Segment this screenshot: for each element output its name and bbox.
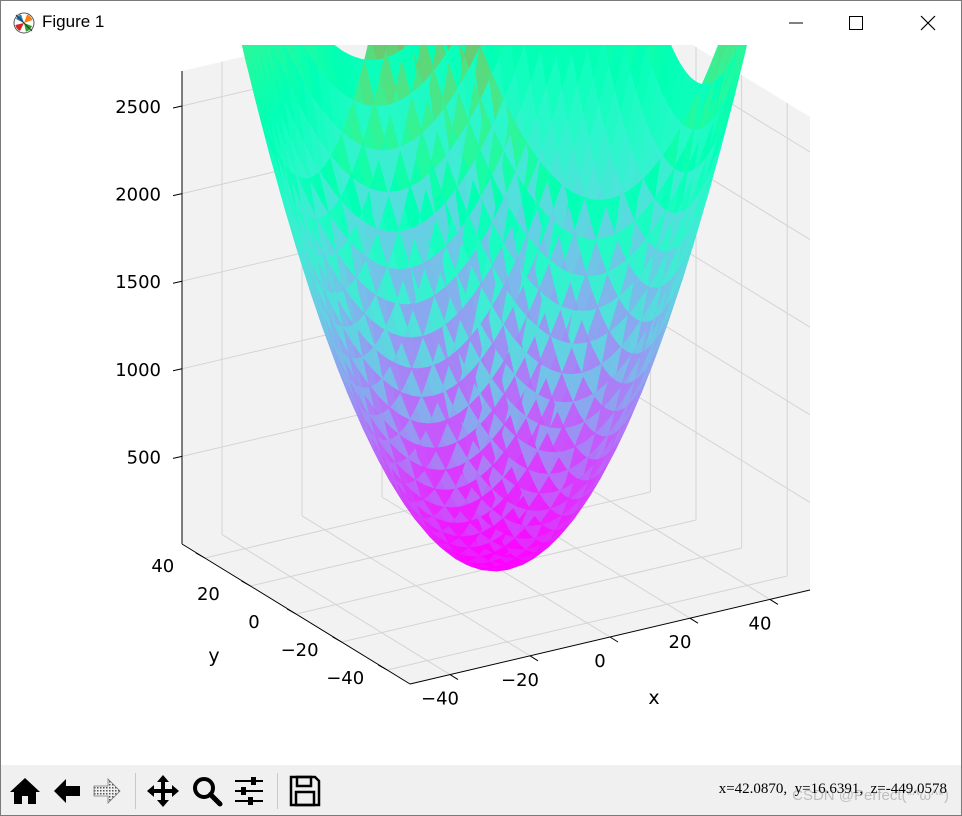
x-tick-label: −20 [501, 670, 539, 691]
title-bar[interactable]: Figure 1 [1, 1, 961, 45]
back-button[interactable] [49, 773, 85, 809]
y-axis-title: y [208, 645, 219, 667]
x-axis-title: x [648, 687, 659, 709]
y-tick-label: −40 [326, 668, 364, 689]
toolbar-separator [135, 773, 136, 809]
x-tick-label: 20 [669, 632, 692, 653]
z-tick [172, 193, 183, 197]
figure-window: Figure 1 −40 −20 0 20 40 −40 −20 0 20 40 500 1000 15… [0, 0, 962, 816]
home-button[interactable] [7, 773, 43, 809]
toolbar-separator [277, 773, 278, 809]
x-tick-label: 0 [594, 651, 605, 672]
z-tick-label: 2500 [115, 97, 161, 118]
y-tick-label: −20 [281, 640, 319, 661]
save-icon [289, 775, 321, 807]
close-button[interactable] [897, 1, 959, 45]
y-tick-label: 0 [248, 612, 259, 633]
window-title: Figure 1 [42, 12, 105, 31]
z-tick-label: 1500 [115, 272, 161, 293]
z-tick-label: 2000 [115, 185, 161, 206]
forward-arrow-icon [93, 778, 121, 804]
pan-button[interactable] [145, 773, 181, 809]
z-tick [172, 455, 183, 459]
save-button[interactable] [287, 773, 323, 809]
x-tick-label: −40 [421, 689, 459, 710]
surface-plot[interactable]: −40 −20 0 20 40 −40 −20 0 20 40 500 1000 1500 2000 250… [1, 1, 961, 765]
z-tick-label: 500 [127, 447, 161, 468]
configure-subplots-icon [235, 777, 263, 805]
x-tick [769, 598, 779, 605]
x-tick [609, 636, 619, 643]
pan-icon [147, 775, 179, 807]
z-tick [172, 368, 183, 372]
x-tick [529, 655, 539, 662]
x-tick [689, 617, 699, 624]
zoom-icon [193, 777, 223, 807]
y-tick-label: 40 [151, 556, 174, 577]
z-tick [172, 280, 183, 284]
maximize-icon [849, 16, 863, 30]
minimize-icon [789, 22, 803, 24]
maximize-button[interactable] [825, 1, 887, 45]
matplotlib-logo-icon [13, 12, 35, 34]
plot-area[interactable]: −40 −20 0 20 40 −40 −20 0 20 40 500 1000 1500 2000 250… [1, 1, 961, 765]
cursor-coordinates: x=42.0870, y=16.6391, z=-449.0578 [718, 781, 947, 797]
minimize-button[interactable] [765, 1, 827, 45]
close-icon [920, 15, 936, 31]
navigation-toolbar: CSDN @Perfect(*^ω^*) x=42.0870, y=16.639… [1, 765, 961, 815]
x-tick [449, 674, 459, 681]
y-tick-label: 20 [197, 584, 220, 605]
configure-subplots-button[interactable] [231, 773, 267, 809]
surface-patch [744, 1, 758, 55]
zoom-button[interactable] [189, 773, 225, 809]
z-tick-label: 1000 [115, 360, 161, 381]
z-tick [172, 105, 183, 109]
forward-button[interactable] [89, 773, 125, 809]
x-tick-label: 40 [749, 613, 772, 634]
back-arrow-icon [54, 779, 80, 803]
home-icon [10, 778, 40, 804]
